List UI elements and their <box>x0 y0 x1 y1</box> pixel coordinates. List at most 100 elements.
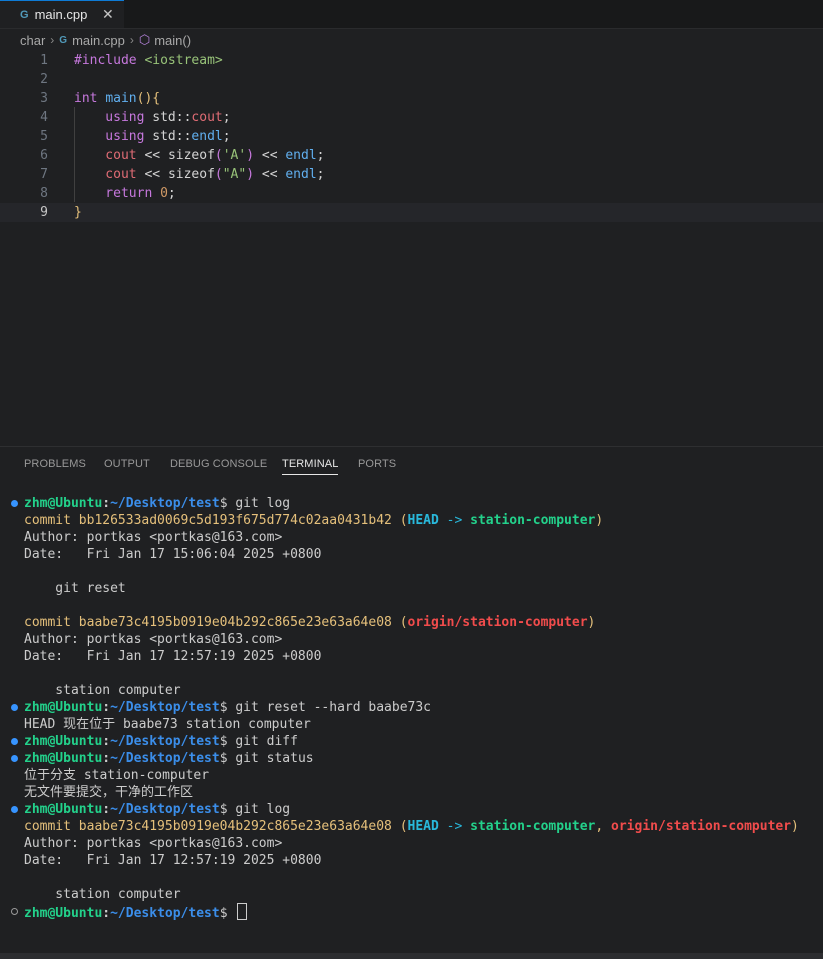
line-number: 6 <box>40 148 48 163</box>
terminal-text: -> <box>438 819 471 834</box>
prompt-path: ~/Desktop/test <box>110 802 220 817</box>
tab-debug-console[interactable]: DEBUG CONSOLE <box>170 458 267 470</box>
code-text: return 0; <box>74 184 175 203</box>
line-number: 2 <box>40 72 48 87</box>
line-number: 5 <box>40 129 48 144</box>
prompt-user: zhm@Ubuntu <box>24 751 103 766</box>
command-status-dot[interactable] <box>11 704 18 711</box>
code-token: sizeof <box>167 148 215 163</box>
tab-main-cpp[interactable]: G main.cpp ✕ <box>0 0 124 28</box>
prompt-path: ~/Desktop/test <box>110 734 220 749</box>
terminal-output-line: 位于分支 station-computer <box>24 767 209 784</box>
tab-output[interactable]: OUTPUT <box>104 458 150 470</box>
code-token: sizeof <box>167 167 215 182</box>
terminal-output-line: Date: Fri Jan 17 15:06:04 2025 +0800 <box>24 546 321 563</box>
terminal-text: 无文件要提交，干净的工作区 <box>24 785 194 800</box>
prompt-user: zhm@Ubuntu <box>24 734 103 749</box>
terminal-text: Date: Fri Jan 17 15:06:04 2025 +0800 <box>24 547 322 562</box>
code-line[interactable]: 3 int main(){ <box>0 89 823 108</box>
terminal-text: station-computer <box>470 513 596 528</box>
code-token: #include <box>74 53 145 68</box>
terminal-cursor[interactable] <box>237 903 248 920</box>
prompt-symbol: $ <box>219 496 228 511</box>
prompt-symbol: $ <box>219 700 228 715</box>
terminal-text: Date: Fri Jan 17 12:57:19 2025 +0800 <box>24 853 322 868</box>
code-token: cout <box>74 167 137 182</box>
tab-label: main.cpp <box>34 7 88 22</box>
line-number: 4 <box>40 110 48 125</box>
terminal-output-line: station computer <box>24 682 180 699</box>
terminal-prompt-line: zhm@Ubuntu:~/Desktop/test$ git status <box>24 750 314 767</box>
terminal-prompt-line: zhm@Ubuntu:~/Desktop/test$ git reset --h… <box>24 699 431 716</box>
command-status-dot[interactable] <box>11 908 18 915</box>
code-text: } <box>74 203 82 222</box>
code-editor[interactable]: 1 #include <iostream> 2 3 int main(){4 using… <box>0 50 823 446</box>
terminal-command: git status <box>227 751 314 766</box>
close-icon[interactable]: ✕ <box>102 6 114 23</box>
code-token: endl <box>191 129 223 144</box>
chevron-right-icon: › <box>129 33 134 47</box>
prompt-path: ~/Desktop/test <box>110 906 220 921</box>
code-line[interactable]: 4 using std::cout; <box>0 108 823 127</box>
terminal-text: commit baabe73c4195b0919e04b292c865e23e6… <box>24 615 400 630</box>
code-text: using std::cout; <box>74 108 231 127</box>
code-token: :: <box>175 129 192 144</box>
command-status-dot[interactable] <box>11 738 18 745</box>
code-line[interactable]: 8 return 0; <box>0 184 823 203</box>
command-status-dot[interactable] <box>11 755 18 762</box>
prompt-separator: : <box>102 751 111 766</box>
code-line[interactable]: 2 <box>0 70 823 89</box>
terminal-output-line: Author: portkas <portkas@163.com> <box>24 835 282 852</box>
terminal-output-line: git reset <box>24 580 126 597</box>
prompt-symbol: $ <box>219 751 228 766</box>
tab-terminal[interactable]: TERMINAL <box>282 458 339 475</box>
terminal-text: origin/station-computer <box>611 819 792 834</box>
line-number: 9 <box>40 205 48 220</box>
code-token: <iostream> <box>144 53 223 68</box>
cpp-file-icon: G <box>20 8 29 21</box>
command-status-dot[interactable] <box>11 806 18 813</box>
breadcrumb-file[interactable]: main.cpp <box>72 33 125 48</box>
terminal-text: Author: portkas <portkas@163.com> <box>24 632 283 647</box>
terminal-output-line: commit baabe73c4195b0919e04b292c865e23e6… <box>24 818 799 835</box>
code-token: << <box>136 148 168 163</box>
terminal-text: ) <box>791 819 799 834</box>
code-token: << <box>136 167 168 182</box>
code-line[interactable]: 9} <box>0 203 823 222</box>
prompt-user: zhm@Ubuntu <box>24 906 103 921</box>
code-line[interactable]: 7 cout << sizeof("A") << endl; <box>0 165 823 184</box>
terminal-text: commit baabe73c4195b0919e04b292c865e23e6… <box>24 819 400 834</box>
code-token: 'A' <box>222 148 247 163</box>
breadcrumb-symbol[interactable]: main() <box>154 33 191 48</box>
tab-ports[interactable]: PORTS <box>358 458 396 470</box>
cpp-file-icon: G <box>59 34 68 46</box>
tab-problems[interactable]: PROBLEMS <box>24 458 86 470</box>
code-token: cout <box>74 148 137 163</box>
code-line[interactable]: 6 cout << sizeof('A') << endl; <box>0 146 823 165</box>
panel-divider[interactable] <box>0 446 823 447</box>
code-token: ; <box>316 167 325 182</box>
terminal-text: git reset <box>24 581 126 596</box>
code-token: ; <box>222 110 231 125</box>
prompt-separator: : <box>102 734 111 749</box>
command-status-dot[interactable] <box>11 500 18 507</box>
terminal-output-line: Date: Fri Jan 17 12:57:19 2025 +0800 <box>24 852 321 869</box>
terminal-prompt-line: zhm@Ubuntu:~/Desktop/test$ git log <box>24 801 290 818</box>
terminal-text: ( <box>399 819 408 834</box>
breadcrumb-folder[interactable]: char <box>20 33 45 48</box>
code-token: ( <box>214 167 223 182</box>
code-token: "A" <box>222 167 247 182</box>
code-token: << <box>254 167 286 182</box>
cube-icon: ⬡ <box>138 32 151 47</box>
code-token: } <box>74 205 82 220</box>
terminal-text: Date: Fri Jan 17 12:57:19 2025 +0800 <box>24 649 322 664</box>
terminal-text: 位于分支 station-computer <box>24 768 210 783</box>
prompt-user: zhm@Ubuntu <box>24 700 103 715</box>
breadcrumb: char › G main.cpp › ⬡ main() <box>20 31 191 49</box>
terminal-output-line: commit baabe73c4195b0919e04b292c865e23e6… <box>24 614 595 631</box>
code-line[interactable]: 1 #include <iostream> <box>0 51 823 70</box>
code-line[interactable]: 5 using std::endl; <box>0 127 823 146</box>
prompt-path: ~/Desktop/test <box>110 496 220 511</box>
terminal-command: git log <box>227 802 291 817</box>
prompt-symbol: $ <box>219 906 228 921</box>
